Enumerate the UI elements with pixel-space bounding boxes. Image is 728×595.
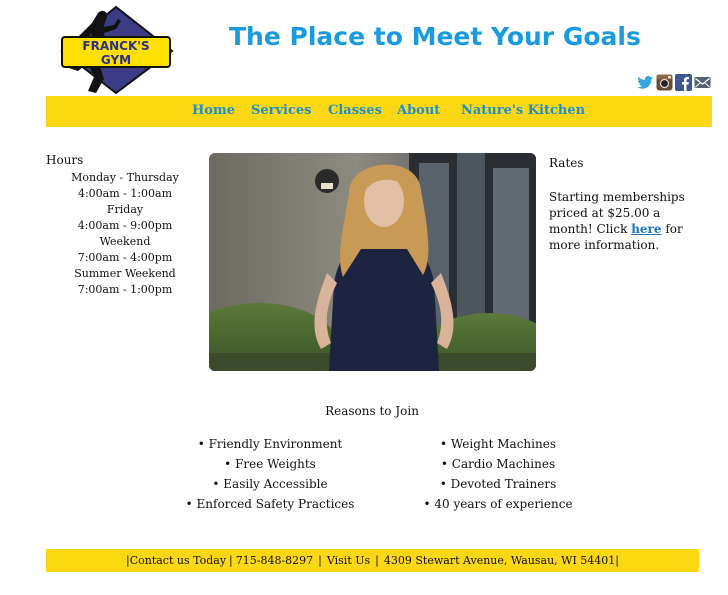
footer-separator: | bbox=[318, 554, 322, 567]
hours-heading: Hours bbox=[46, 153, 84, 167]
hours-line: 4:00am - 1:00am bbox=[77, 187, 173, 200]
social-links bbox=[637, 74, 711, 91]
reasons-right-list: • Weight Machines • Cardio Machines • De… bbox=[408, 434, 588, 514]
footer-address: 4309 Stewart Avenue, Wausau, WI 54401 bbox=[383, 554, 616, 567]
list-item: • Easily Accessible bbox=[212, 477, 328, 491]
gym-logo[interactable]: FRANCK'S GYM bbox=[58, 5, 174, 95]
logo-text: FRANCK'S bbox=[82, 39, 149, 53]
hours-line: Monday - Thursday bbox=[71, 171, 179, 184]
hours-line: 7:00am - 4:00pm bbox=[77, 251, 173, 264]
hours-list: Monday - Thursday 4:00am - 1:00am Friday… bbox=[70, 170, 180, 298]
footer-separator: | bbox=[229, 554, 233, 567]
reasons-heading: Reasons to Join bbox=[325, 404, 419, 418]
list-item: • Enforced Safety Practices bbox=[185, 497, 355, 511]
facebook-icon[interactable] bbox=[675, 74, 692, 91]
hours-line: Summer Weekend bbox=[74, 267, 176, 280]
hours-line: 7:00am - 1:00pm bbox=[77, 283, 173, 296]
nav-classes[interactable]: Classes bbox=[328, 103, 382, 118]
list-item: • 40 years of experience bbox=[423, 497, 573, 511]
list-item: • Devoted Trainers bbox=[439, 477, 557, 491]
hours-line: Weekend bbox=[99, 235, 151, 248]
email-icon[interactable] bbox=[694, 74, 711, 91]
svg-text:GYM: GYM bbox=[101, 53, 131, 67]
hours-line: Friday bbox=[106, 203, 144, 216]
footer-bar: | Contact us Today | 715-848-8297 | Visi… bbox=[46, 549, 699, 572]
nav-services[interactable]: Services bbox=[251, 103, 312, 118]
trainer-photo bbox=[209, 153, 536, 371]
footer-phone[interactable]: 715-848-8297 bbox=[236, 554, 313, 567]
list-item: • Weight Machines bbox=[440, 437, 556, 451]
hours-line: 4:00am - 9:00pm bbox=[77, 219, 173, 232]
list-item: • Friendly Environment bbox=[197, 437, 343, 451]
footer-visit-link[interactable]: Visit Us bbox=[327, 554, 370, 567]
nav-about[interactable]: About bbox=[397, 103, 440, 118]
instagram-icon[interactable] bbox=[656, 74, 673, 91]
rates-text: Starting memberships priced at $25.00 a … bbox=[549, 190, 685, 252]
list-item: • Free Weights bbox=[224, 457, 316, 471]
rates-info-link[interactable]: here bbox=[631, 222, 661, 236]
footer-contact-link[interactable]: Contact us Today bbox=[130, 554, 226, 567]
footer-separator: | bbox=[375, 554, 379, 567]
list-item: • Cardio Machines bbox=[440, 457, 556, 471]
reasons-left-list: • Friendly Environment • Free Weights • … bbox=[180, 434, 360, 514]
nav-natures-kitchen[interactable]: Nature's Kitchen bbox=[461, 103, 585, 118]
rates-heading: Rates bbox=[549, 156, 584, 170]
main-nav: Home Services Classes About Nature's Kit… bbox=[46, 96, 712, 127]
page-title: The Place to Meet Your Goals bbox=[229, 22, 641, 51]
footer-separator: | bbox=[615, 554, 620, 567]
twitter-icon[interactable] bbox=[637, 74, 654, 91]
nav-home[interactable]: Home bbox=[192, 103, 235, 118]
